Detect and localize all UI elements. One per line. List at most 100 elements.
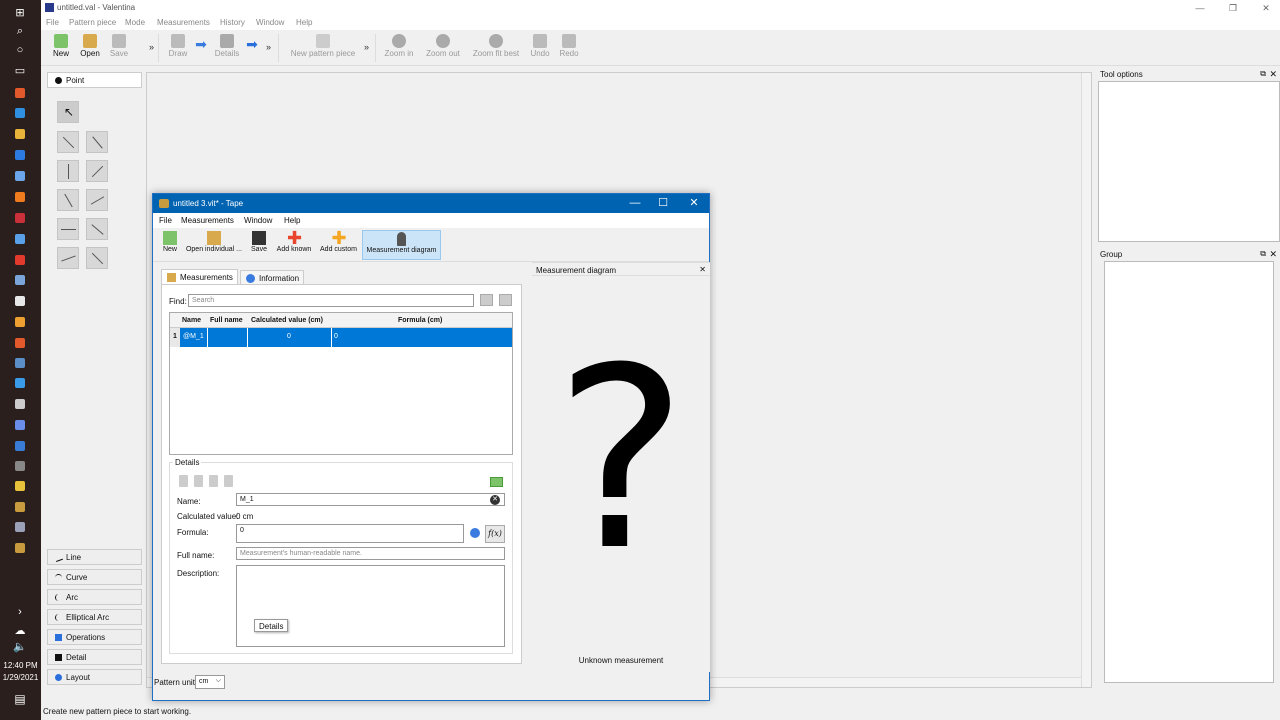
toolbar-extension-icon[interactable]: » <box>149 42 154 52</box>
toolbar-extension-icon[interactable]: » <box>364 42 369 52</box>
open-button[interactable]: Open <box>77 32 103 64</box>
volume-icon[interactable]: 🔈 <box>12 638 28 654</box>
pointer-tool-button[interactable]: ↖ <box>57 101 79 123</box>
cortana-icon[interactable]: ○ <box>12 42 28 58</box>
app-icon[interactable] <box>15 461 25 471</box>
firefox-icon[interactable] <box>15 192 25 202</box>
minimize-icon[interactable]: — <box>625 196 645 211</box>
column-full-name[interactable]: Full name <box>210 317 243 324</box>
zoom-fit-best-button[interactable]: Zoom fit best <box>468 32 524 64</box>
app-icon[interactable] <box>15 171 25 181</box>
remove-measurement-icon[interactable] <box>490 477 503 487</box>
float-icon[interactable]: ⧉ <box>1260 69 1266 79</box>
edge-icon[interactable] <box>15 108 25 118</box>
close-icon[interactable]: ✕ <box>1259 1 1273 15</box>
menu-file[interactable]: File <box>46 18 59 27</box>
tool-group-layout[interactable]: Layout <box>47 669 142 685</box>
tool-group-elliptical-arc[interactable]: Elliptical Arc <box>47 609 142 625</box>
point-tool-button[interactable] <box>57 160 79 182</box>
menu-window[interactable]: Window <box>244 216 272 225</box>
close-icon[interactable]: ✕ <box>699 265 706 274</box>
open-individual-button[interactable]: Open individual ... <box>184 230 244 260</box>
chevron-right-icon[interactable]: › <box>12 604 28 620</box>
zoom-in-button[interactable]: Zoom in <box>380 32 418 64</box>
float-icon[interactable]: ⧉ <box>1260 249 1266 259</box>
move-down-icon[interactable] <box>209 475 218 487</box>
move-up-icon[interactable] <box>194 475 203 487</box>
point-tool-button[interactable] <box>86 189 108 211</box>
formula-field[interactable]: 0 <box>236 524 464 543</box>
expand-formula-icon[interactable] <box>470 528 480 538</box>
point-tool-button[interactable] <box>57 247 79 269</box>
restore-icon[interactable]: ❐ <box>1226 1 1240 15</box>
toolbar-extension-icon[interactable]: » <box>266 42 271 52</box>
menu-measurements[interactable]: Measurements <box>181 216 234 225</box>
menu-help[interactable]: Help <box>284 216 300 225</box>
valentina-icon[interactable] <box>15 502 25 512</box>
tool-group-operations[interactable]: Operations <box>47 629 142 645</box>
task-view-icon[interactable]: ▭ <box>12 62 28 78</box>
move-bottom-icon[interactable] <box>224 475 233 487</box>
tool-group-arc[interactable]: Arc <box>47 589 142 605</box>
name-field[interactable]: M_1 <box>236 493 505 506</box>
app-icon[interactable] <box>15 399 25 409</box>
close-icon[interactable]: ✕ <box>684 196 704 211</box>
column-formula[interactable]: Formula (cm) <box>398 317 442 324</box>
app-icon[interactable] <box>15 234 25 244</box>
menu-help[interactable]: Help <box>296 18 312 27</box>
undo-button[interactable]: Undo <box>527 32 553 64</box>
acrobat-icon[interactable] <box>15 255 25 265</box>
app-icon[interactable] <box>15 441 25 451</box>
tape-new-button[interactable]: New <box>160 230 180 260</box>
table-row[interactable]: @M_1 0 0 <box>170 328 512 347</box>
point-tool-button[interactable] <box>86 131 108 153</box>
app-icon[interactable] <box>15 522 25 532</box>
column-calculated-value[interactable]: Calculated value (cm) <box>251 317 323 324</box>
add-custom-button[interactable]: ✚ Add custom <box>318 229 359 260</box>
menu-file[interactable]: File <box>159 216 172 225</box>
mail-icon[interactable] <box>15 150 25 160</box>
point-tool-button[interactable] <box>57 218 79 240</box>
close-icon[interactable]: ✕ <box>1269 249 1277 260</box>
zoom-out-button[interactable]: Zoom out <box>421 32 465 64</box>
tape-save-button[interactable]: Save <box>248 230 270 260</box>
close-icon[interactable]: ✕ <box>1269 69 1277 80</box>
move-top-icon[interactable] <box>179 475 188 487</box>
tool-group-point[interactable]: Point <box>47 72 142 88</box>
description-field[interactable] <box>236 565 505 647</box>
steam-icon[interactable] <box>15 358 25 368</box>
notepad-icon[interactable] <box>15 296 25 306</box>
app-icon[interactable] <box>15 317 25 327</box>
file-explorer-icon[interactable] <box>15 129 25 139</box>
app-icon[interactable] <box>15 88 25 98</box>
add-known-button[interactable]: ✚ Add known <box>274 229 314 260</box>
details-button[interactable]: Details <box>211 32 243 64</box>
tool-group-line[interactable]: Line <box>47 549 142 565</box>
save-button[interactable]: Save <box>106 32 132 64</box>
search-icon[interactable]: ⌕ <box>12 23 28 39</box>
notification-icon[interactable]: ▤ <box>12 692 28 706</box>
menu-mode[interactable]: Mode <box>125 18 145 27</box>
app-icon[interactable] <box>15 338 25 348</box>
point-tool-button[interactable] <box>57 131 79 153</box>
maximize-icon[interactable]: ☐ <box>653 196 673 211</box>
point-tool-button[interactable] <box>86 160 108 182</box>
clear-field-icon[interactable]: ✕ <box>490 495 500 505</box>
system-tray-icon[interactable]: ☁ <box>12 622 28 638</box>
app-icon[interactable] <box>15 213 25 223</box>
menu-pattern-piece[interactable]: Pattern piece <box>69 18 116 27</box>
new-button[interactable]: New <box>48 32 74 64</box>
app-icon[interactable] <box>15 275 25 285</box>
full-name-field[interactable]: Measurement's human-readable name. <box>236 547 505 560</box>
redo-button[interactable]: Redo <box>556 32 582 64</box>
pattern-unit-select[interactable]: cm ⌵ <box>195 675 225 689</box>
find-next-icon[interactable] <box>499 294 512 306</box>
point-tool-button[interactable] <box>86 218 108 240</box>
find-previous-icon[interactable] <box>480 294 493 306</box>
column-name[interactable]: Name <box>182 317 201 324</box>
menu-history[interactable]: History <box>220 18 245 27</box>
taskbar-clock[interactable]: 12:40 PM 1/29/2021 <box>0 660 41 684</box>
menu-window[interactable]: Window <box>256 18 284 27</box>
tool-group-curve[interactable]: Curve <box>47 569 142 585</box>
function-wizard-button[interactable]: f(x) <box>485 525 505 543</box>
